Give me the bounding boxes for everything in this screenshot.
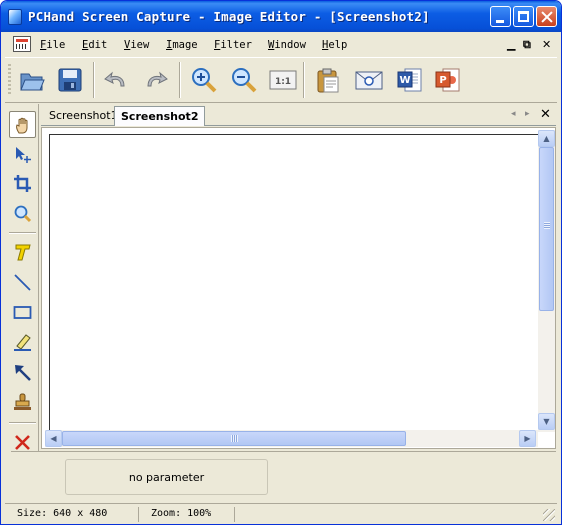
scroll-down-button[interactable]: ▼	[538, 413, 555, 430]
resize-grip[interactable]	[543, 509, 555, 521]
open-folder-icon	[20, 73, 45, 91]
title-bar[interactable]: PCHand Screen Capture - Image Editor - […	[1, 1, 561, 32]
mdi-close-button[interactable]: ✕	[542, 38, 551, 51]
actual-size-icon: 1:1	[269, 70, 297, 90]
menu-help[interactable]: Help	[322, 39, 347, 51]
menu-view[interactable]: View	[124, 39, 149, 51]
status-bar: Size: 640 x 480 Zoom: 100%	[5, 503, 557, 523]
highlighter-tool[interactable]	[9, 329, 36, 356]
stamp-tool[interactable]	[9, 389, 36, 416]
send-to-powerpoint-button[interactable]: P	[431, 64, 465, 96]
open-button[interactable]	[15, 64, 49, 96]
zoom-icon	[14, 205, 32, 223]
send-to-word-button[interactable]: W	[393, 64, 427, 96]
rectangle-icon	[13, 306, 32, 319]
status-size: Size: 640 x 480	[9, 507, 139, 522]
parameter-box: no parameter	[65, 459, 268, 495]
save-disk-icon	[58, 68, 82, 92]
toolbar-separator	[93, 62, 95, 98]
text-icon	[15, 244, 31, 261]
horizontal-scrollbar[interactable]: ◀ ▶	[45, 430, 538, 447]
line-icon	[14, 274, 31, 291]
undo-icon	[104, 71, 125, 87]
scroll-left-button[interactable]: ◀	[45, 430, 62, 447]
arrow-icon	[15, 365, 31, 381]
parameter-panel: no parameter	[11, 451, 556, 502]
actual-size-button[interactable]: 1:1	[265, 64, 299, 96]
arrow-tool[interactable]	[9, 359, 36, 386]
palette-separator	[9, 422, 36, 424]
menu-file[interactable]: File	[40, 39, 65, 51]
zoom-tool[interactable]	[9, 200, 36, 227]
hand-tool[interactable]	[9, 111, 36, 138]
word-icon: W	[397, 68, 422, 92]
zoom-in-icon	[192, 68, 217, 93]
stamp-icon	[14, 393, 31, 410]
hand-icon	[16, 117, 28, 134]
document-tabs: Screenshot1 Screenshot2 ◂ ▸ ✕	[41, 104, 556, 126]
mdi-restore-button[interactable]: ⧉	[523, 38, 531, 52]
svg-text:W: W	[399, 75, 410, 86]
select-move-icon	[16, 147, 31, 163]
rectangle-tool[interactable]	[9, 299, 36, 326]
toolbar-separator	[179, 62, 181, 98]
select-move-tool[interactable]	[9, 141, 36, 168]
highlighter-icon	[14, 334, 31, 351]
clipboard-button[interactable]	[311, 64, 345, 96]
window-title: PCHand Screen Capture - Image Editor - […	[28, 9, 430, 24]
main-toolbar: 1:1 W P	[5, 57, 557, 103]
redo-button[interactable]	[139, 64, 173, 96]
parameter-text: no parameter	[128, 471, 205, 484]
zoom-out-icon	[232, 68, 257, 93]
minimize-button[interactable]	[490, 6, 511, 27]
status-zoom: Zoom: 100%	[143, 507, 235, 522]
zoom-out-button[interactable]	[227, 64, 261, 96]
app-icon	[8, 9, 22, 25]
toolbar-grip[interactable]	[8, 64, 11, 96]
email-icon	[355, 71, 383, 90]
svg-text:P: P	[439, 75, 446, 86]
close-button[interactable]	[536, 6, 557, 27]
clipboard-icon	[317, 68, 339, 93]
document-area: ▲ ▼ ◀ ▶	[41, 127, 556, 449]
maximize-button[interactable]	[513, 6, 534, 27]
crop-icon	[14, 175, 31, 192]
crop-tool[interactable]	[9, 170, 36, 197]
email-button[interactable]	[351, 64, 385, 96]
menu-bar: File Edit View Image Filter Window Help …	[5, 32, 557, 56]
redo-icon	[147, 71, 168, 87]
text-tool[interactable]	[9, 239, 36, 266]
tab-prev-button[interactable]: ◂	[511, 109, 516, 119]
menu-window[interactable]: Window	[268, 39, 306, 51]
tool-palette	[5, 104, 39, 502]
document-icon[interactable]	[13, 36, 31, 52]
tab-close-button[interactable]: ✕	[540, 107, 551, 122]
powerpoint-icon: P	[435, 68, 460, 92]
toolbar-separator	[303, 62, 305, 98]
palette-separator	[9, 232, 36, 234]
scroll-up-button[interactable]: ▲	[538, 130, 555, 147]
menu-edit[interactable]: Edit	[82, 39, 107, 51]
tab-screenshot1[interactable]: Screenshot1	[43, 106, 124, 126]
vertical-scrollbar[interactable]: ▲ ▼	[538, 130, 555, 432]
menu-filter[interactable]: Filter	[214, 39, 252, 51]
delete-icon	[15, 435, 30, 450]
undo-button[interactable]	[99, 64, 133, 96]
tab-next-button[interactable]: ▸	[525, 109, 530, 119]
scroll-right-button[interactable]: ▶	[519, 430, 536, 447]
line-tool[interactable]	[9, 269, 36, 296]
zoom-in-button[interactable]	[187, 64, 221, 96]
app-window: PCHand Screen Capture - Image Editor - […	[0, 0, 562, 525]
tab-screenshot2[interactable]: Screenshot2	[114, 106, 206, 126]
image-canvas[interactable]	[49, 134, 538, 430]
actual-size-label: 1:1	[275, 77, 291, 87]
vertical-scroll-thumb[interactable]	[539, 147, 554, 311]
horizontal-scroll-thumb[interactable]	[62, 431, 406, 446]
save-button[interactable]	[53, 64, 87, 96]
menu-image[interactable]: Image	[166, 39, 198, 51]
mdi-minimize-button[interactable]: ▁	[507, 38, 515, 51]
